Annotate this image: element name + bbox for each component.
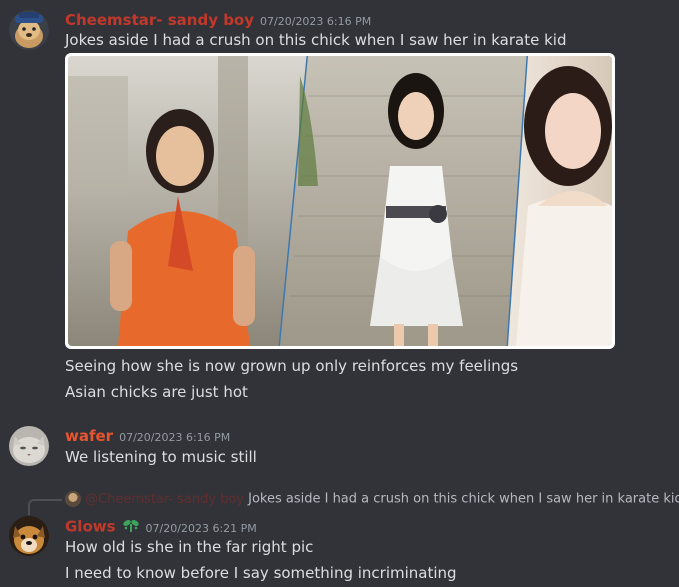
username-cheemstar[interactable]: Cheemstar- sandy boy <box>65 11 254 29</box>
username-wafer[interactable]: wafer <box>65 427 113 445</box>
reply-avatar <box>65 491 81 507</box>
message-timestamp: 07/20/2023 6:21 PM <box>145 521 257 535</box>
avatar-cheemstar[interactable] <box>9 10 49 50</box>
message-timestamp: 07/20/2023 6:16 PM <box>119 431 231 444</box>
reply-preview[interactable]: @Cheemstar- sandy boy Jokes aside I had a… <box>65 491 679 509</box>
username-glows[interactable]: Glows <box>65 518 116 536</box>
message-line: Seeing how she is now grown up only rein… <box>65 357 519 375</box>
reply-text[interactable]: Jokes aside I had a crush on this chick … <box>248 492 679 507</box>
message-line: Jokes aside I had a crush on this chick … <box>65 31 567 49</box>
avatar-glows[interactable] <box>9 516 49 556</box>
message-line: How old is she in the far right pic <box>65 538 314 556</box>
sprout-icon <box>122 516 140 538</box>
collage-image <box>68 56 612 346</box>
avatar-wafer[interactable] <box>9 426 49 466</box>
message-line: Asian chicks are just hot <box>65 383 248 401</box>
reply-username[interactable]: @Cheemstar- sandy boy <box>85 492 244 507</box>
message-line: We listening to music still <box>65 448 257 466</box>
message-line: I need to know before I say something in… <box>65 564 457 582</box>
reply-spine <box>28 499 62 515</box>
message-timestamp: 07/20/2023 6:16 PM <box>260 15 372 28</box>
image-attachment[interactable] <box>65 53 615 349</box>
